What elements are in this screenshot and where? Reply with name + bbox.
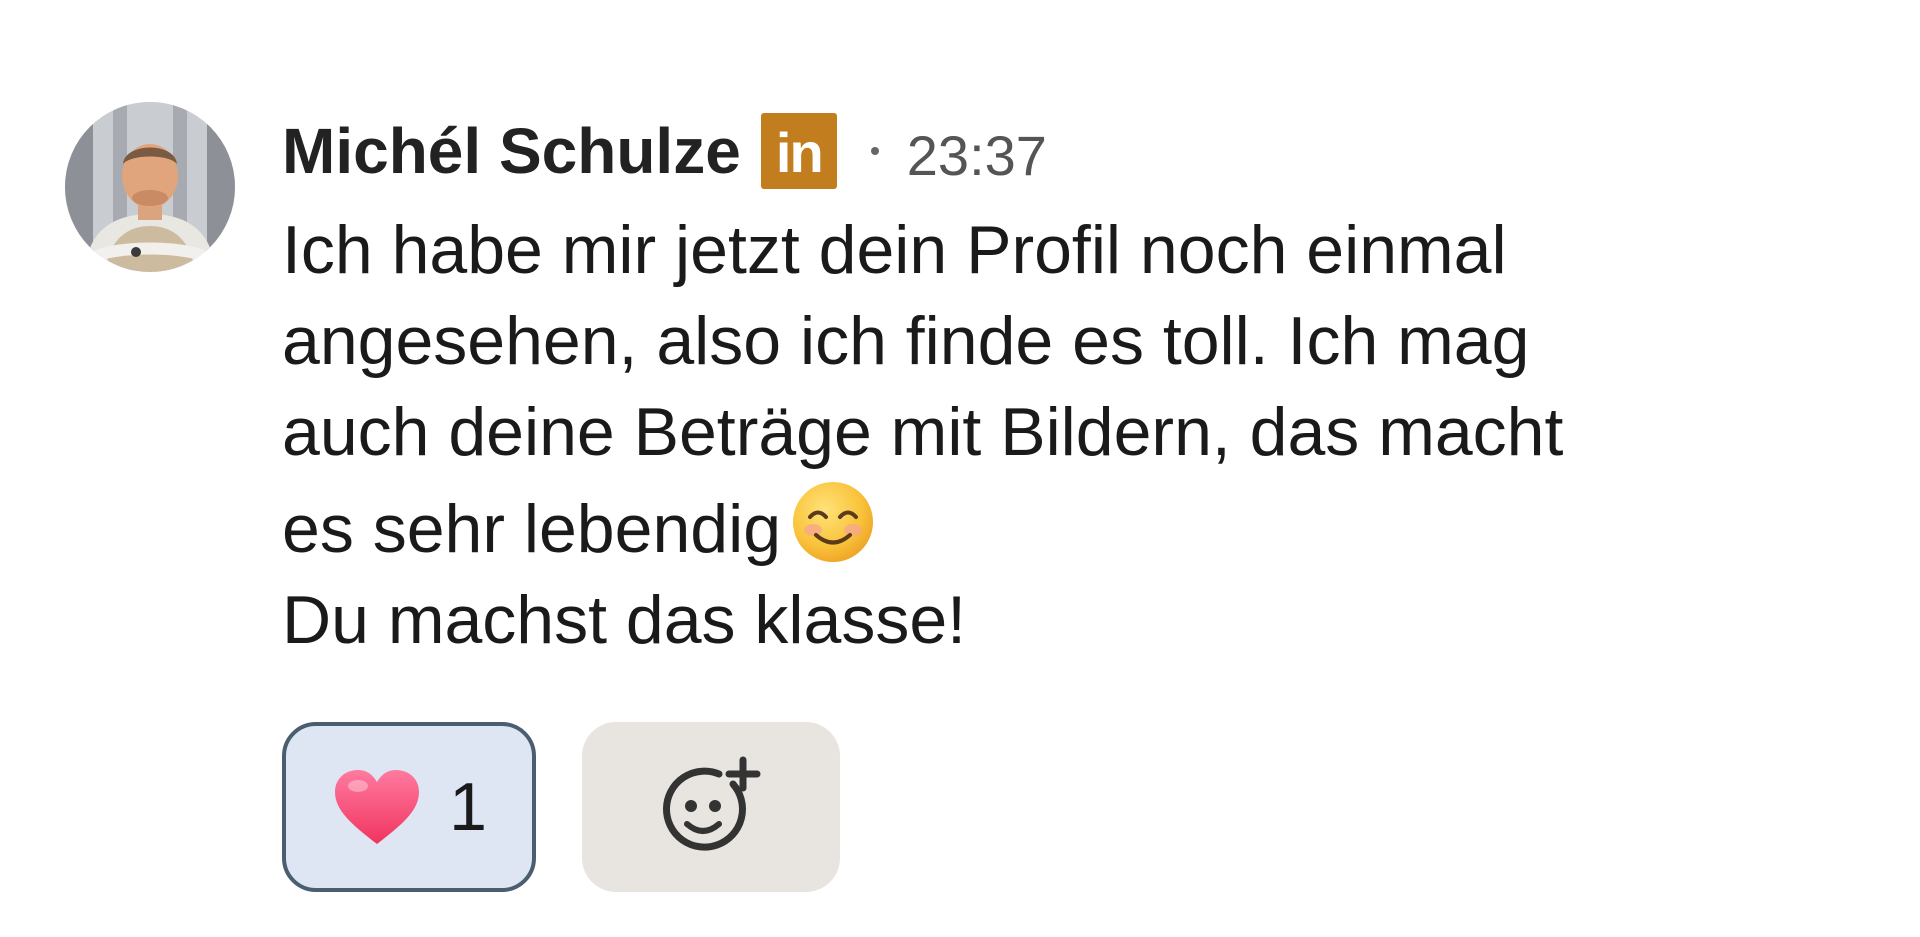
message-line: Du machst das klasse! [282, 582, 967, 658]
profile-photo-icon [65, 102, 235, 272]
message-line-with-emoji: es sehr lebendig [282, 478, 1782, 575]
message-line: auch deine Beträge mit Bildern, das mach… [282, 394, 1564, 470]
linkedin-icon[interactable]: in [760, 113, 837, 189]
linkedin-badge-label: in [775, 121, 824, 184]
message-timestamp: 23:37 [906, 123, 1047, 187]
message-line: Ich habe mir jetzt dein Profil noch einm… [282, 212, 1507, 288]
heart-reaction-button[interactable]: 1 [282, 722, 536, 892]
chat-message: Michél Schulze in 23:37 Ich habe mir jet… [0, 0, 1920, 937]
avatar[interactable] [65, 102, 235, 272]
author-name[interactable]: Michél Schulze [282, 114, 741, 188]
message-header: Michél Schulze in 23:37 [282, 108, 1047, 194]
message-line: angesehen, also ich finde es toll. Ich m… [282, 303, 1530, 379]
reactions-bar: 1 [282, 722, 840, 892]
red-heart-icon [335, 770, 420, 844]
message-line: es sehr lebendig [282, 491, 782, 567]
add-reaction-icon [663, 756, 761, 851]
add-reaction-button[interactable] [582, 722, 840, 892]
reaction-count: 1 [449, 769, 487, 845]
smiling-face-with-smiling-eyes-icon [793, 482, 874, 562]
separator-dot [870, 147, 879, 155]
message-body: Ich habe mir jetzt dein Profil noch einm… [282, 205, 1782, 666]
